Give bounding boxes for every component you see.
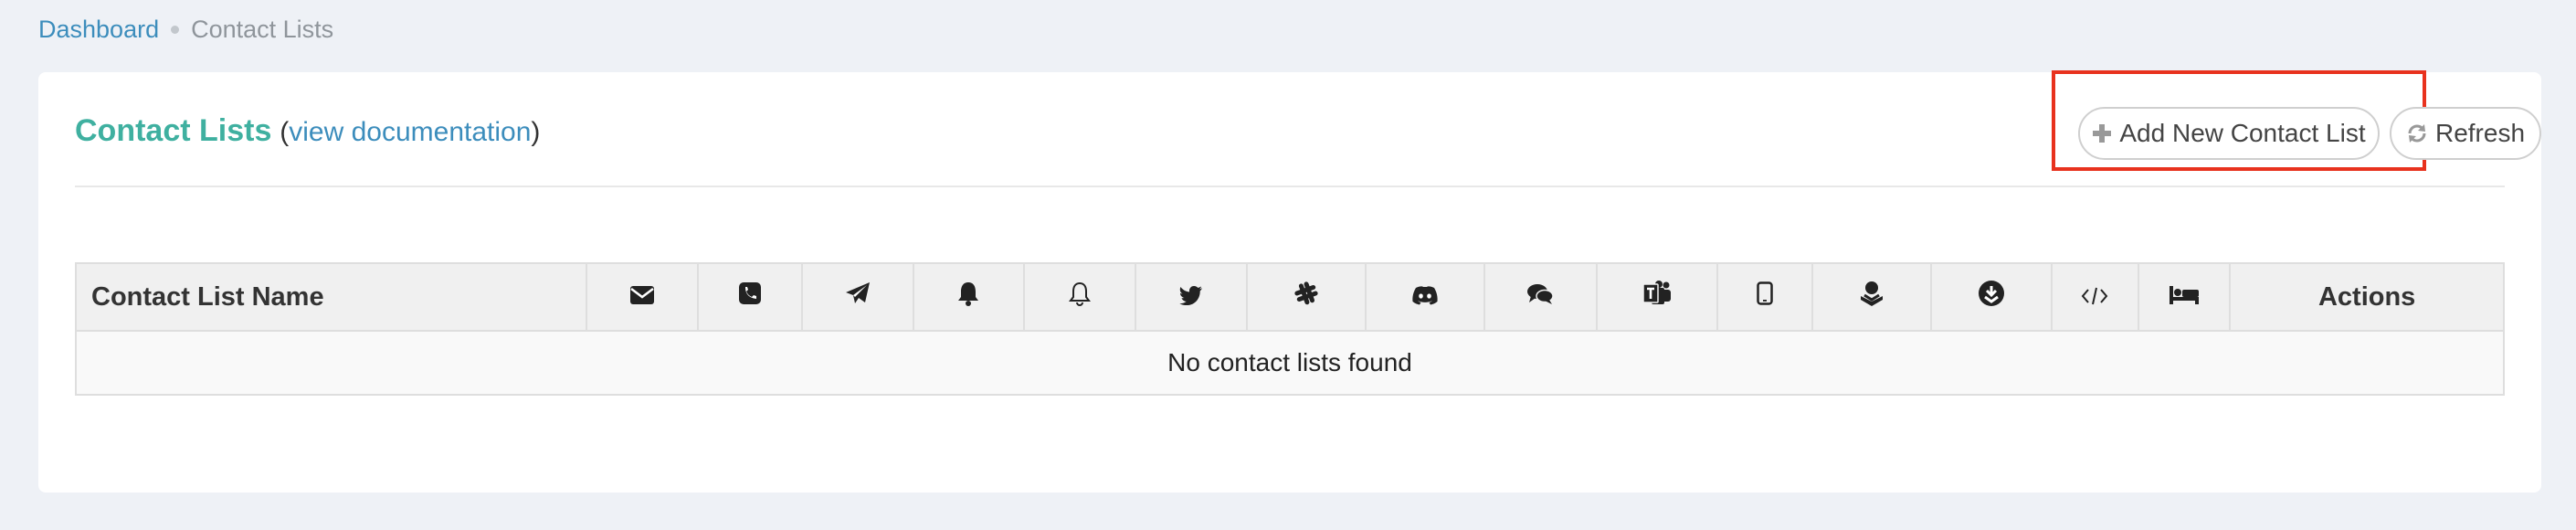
- column-header-teams: [1596, 262, 1719, 332]
- column-header-sleep: [2138, 262, 2232, 332]
- panel-header: Contact Lists (view documentation) Add N…: [75, 70, 2541, 187]
- column-header-phone: [696, 262, 803, 332]
- breadcrumb-current: Contact Lists: [191, 15, 334, 43]
- discord-icon: [1411, 285, 1439, 305]
- breadcrumb-dashboard-link[interactable]: Dashboard: [38, 16, 159, 44]
- contact-lists-panel: Contact Lists (view documentation) Add N…: [38, 70, 2541, 493]
- webhook-icon: [2081, 287, 2108, 305]
- paren-close: ): [531, 117, 541, 147]
- telegram-icon: [845, 281, 871, 305]
- column-header-name[interactable]: Contact List Name: [74, 262, 588, 332]
- column-header-pagerduty: [1811, 262, 1932, 332]
- column-header-twitter: [1135, 262, 1248, 332]
- table-header-row: Contact List Name Actions: [74, 262, 2505, 332]
- twitter-icon: [1179, 285, 1203, 305]
- plus-icon: [2092, 123, 2112, 143]
- column-header-actions: Actions: [2229, 262, 2505, 332]
- view-documentation-link[interactable]: view documentation: [289, 117, 531, 147]
- breadcrumb: Dashboard Contact Lists: [38, 13, 333, 46]
- column-header-opsgenie: [1929, 262, 2053, 332]
- page-title: Contact Lists (view documentation): [75, 112, 540, 151]
- email-icon: [629, 285, 655, 305]
- column-header-telegram: [800, 262, 914, 332]
- column-header-webhook: [2050, 262, 2140, 332]
- refresh-button[interactable]: Refresh: [2390, 107, 2541, 160]
- paren-open: (: [280, 117, 290, 147]
- refresh-icon: [2406, 122, 2428, 144]
- empty-message: No contact lists found: [75, 330, 2505, 396]
- add-new-contact-list-label: Add New Contact List: [2119, 119, 2366, 147]
- teams-icon: [1642, 280, 1672, 307]
- column-header-tablet: [1716, 262, 1813, 332]
- add-new-contact-list-button[interactable]: Add New Contact List: [2078, 107, 2380, 160]
- column-header-notification: [1023, 262, 1137, 332]
- bell-outline-icon: [1069, 281, 1092, 306]
- column-header-slack: [1245, 262, 1367, 332]
- pagerduty-icon: [1859, 280, 1884, 307]
- column-header-email: [586, 262, 699, 332]
- refresh-label: Refresh: [2434, 119, 2526, 147]
- phone-icon: [738, 281, 762, 305]
- table-empty-row: No contact lists found: [75, 330, 2505, 396]
- column-header-chat: [1483, 262, 1599, 332]
- breadcrumb-separator: [171, 25, 180, 34]
- column-header-push: [912, 262, 1026, 332]
- opsgenie-icon: [1978, 280, 2005, 307]
- contact-lists-table: Contact List Name Actions No contact lis…: [74, 262, 2505, 396]
- bell-icon: [957, 281, 979, 306]
- column-header-discord: [1364, 262, 1485, 332]
- chat-bubbles-icon: [1526, 283, 1555, 305]
- tablet-icon: [1757, 281, 1773, 305]
- bed-icon: [2169, 285, 2200, 305]
- slack-icon: [1293, 281, 1319, 306]
- page-title-text: Contact Lists: [75, 113, 272, 148]
